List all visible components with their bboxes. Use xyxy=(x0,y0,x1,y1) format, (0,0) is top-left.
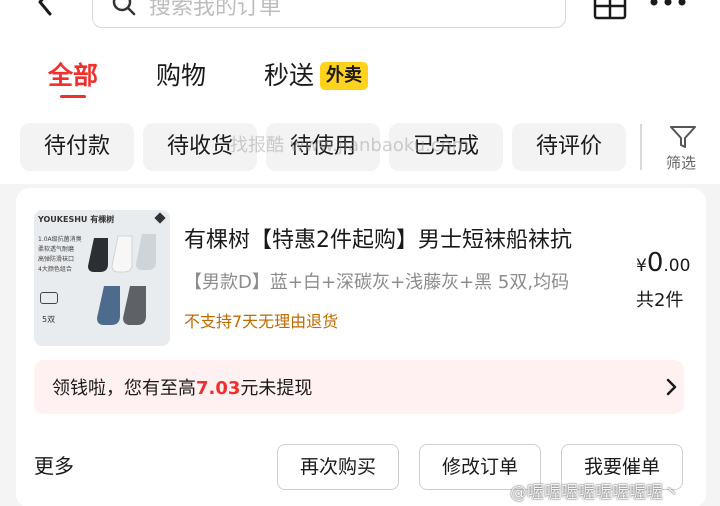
price-decimal: .00 xyxy=(663,256,691,276)
filter-pending-payment[interactable]: 待付款 xyxy=(20,123,134,171)
tab-instant-delivery[interactable]: 秒送 xyxy=(264,56,314,92)
more-actions-link[interactable]: 更多 xyxy=(34,450,74,479)
package-icon xyxy=(40,292,58,304)
takeout-badge: 外卖 xyxy=(320,62,368,90)
socks-illustration-icon xyxy=(88,234,156,325)
filter-funnel-icon[interactable] xyxy=(668,124,698,150)
order-tabs: 全部 购物 秒送 外卖 xyxy=(0,50,720,112)
tab-all[interactable]: 全部 xyxy=(48,56,98,92)
cashback-suffix: 元未提现 xyxy=(240,378,313,399)
cashback-prefix: 领钱啦，您有至高 xyxy=(52,378,196,399)
search-placeholder: 搜索我的订单 xyxy=(149,0,282,20)
buy-again-button[interactable]: 再次购买 xyxy=(277,444,399,490)
brand-logo-icon xyxy=(154,212,166,224)
filter-divider xyxy=(640,124,642,170)
filter-pending-review[interactable]: 待评价 xyxy=(512,123,626,171)
order-card[interactable]: YOUKESHU 有棵树 1.0A级抗菌消臭 柔软透气耐磨 高弹防滑袜口 4大颜… xyxy=(16,188,706,506)
tab-shopping[interactable]: 购物 xyxy=(156,56,206,92)
store-icon[interactable] xyxy=(592,0,628,20)
thumbnail-brand: YOUKESHU 有棵树 xyxy=(38,215,115,224)
search-icon xyxy=(112,0,136,16)
filter-button-label[interactable]: 筛选 xyxy=(666,152,696,173)
site-watermark: 找报酷 www.jianbaoku.com xyxy=(230,135,470,156)
price-integer: 0 xyxy=(646,248,664,278)
product-thumbnail[interactable]: YOUKESHU 有棵树 1.0A级抗菌消臭 柔软透气耐磨 高弹防滑袜口 4大颜… xyxy=(34,210,170,346)
active-tab-indicator xyxy=(60,95,86,98)
cashback-amount: 7.03 xyxy=(196,378,241,399)
search-input[interactable]: 搜索我的订单 xyxy=(92,0,566,28)
product-spec: 【男款D】蓝+白+深碳灰+浅藤灰+黑 5双,均码 xyxy=(184,272,570,293)
chevron-right-icon xyxy=(666,378,677,396)
top-bar: 搜索我的订单 xyxy=(0,0,720,50)
return-policy-note: 不支持7天无理由退货 xyxy=(184,312,339,331)
cashback-text: 领钱啦，您有至高7.03元未提现 xyxy=(52,374,312,400)
thumbnail-feature: 1.0A级抗菌消臭 xyxy=(38,236,82,243)
item-count: 共2件 xyxy=(636,290,684,311)
thumbnail-feature: 柔软透气耐磨 xyxy=(38,246,75,253)
product-title[interactable]: 有棵树【特惠2件起购】男士短袜船袜抗 xyxy=(184,222,572,254)
order-price: ¥0.00 xyxy=(636,248,690,278)
more-dots-icon[interactable] xyxy=(646,0,690,12)
price-currency: ¥ xyxy=(636,256,647,276)
cashback-banner[interactable]: 领钱啦，您有至高7.03元未提现 xyxy=(34,360,684,414)
thumbnail-feature: 4大颜色组合 xyxy=(38,266,72,273)
thumbnail-quantity: 5双 xyxy=(42,315,56,324)
back-arrow-icon[interactable] xyxy=(30,0,62,18)
weibo-watermark: @喔喔喔喔喔喔喔喔丶 xyxy=(510,483,680,503)
thumbnail-feature: 高弹防滑袜口 xyxy=(38,256,75,263)
